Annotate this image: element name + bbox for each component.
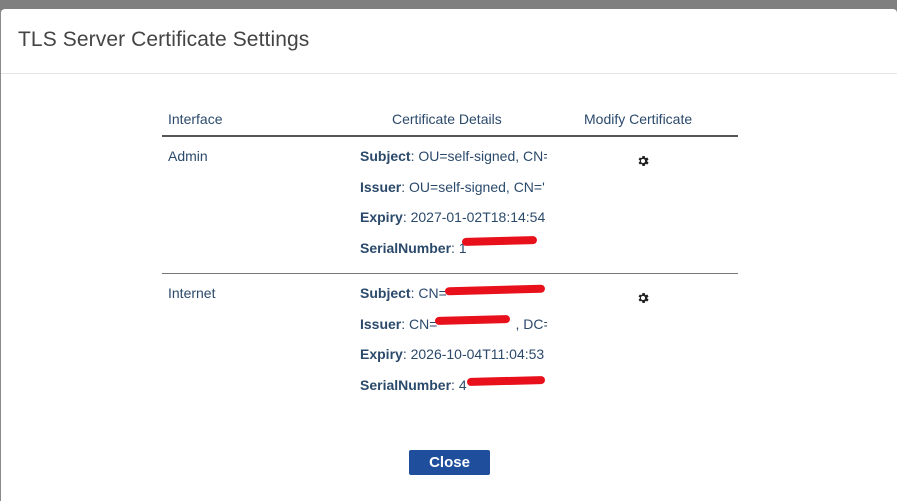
subject-value: : CN= [410,285,447,301]
issuer-line: Issuer: OU=self-signed, CN=' [360,179,547,210]
serial-number-value: : 4 [451,376,467,393]
gear-icon[interactable] [636,291,650,305]
expiry-label: Expiry [360,209,403,225]
table-row-internet: Internet Subject: CN= Issuer: CN=, DC=! … [162,274,738,411]
table-row-admin: Admin Subject: OU=self-signed, CN= Issue… [162,137,738,274]
expiry-label: Expiry [360,346,403,362]
serial-number-label: SerialNumber [360,239,452,256]
interface-name: Internet [168,285,216,301]
expiry-value: : 2027-01-02T18:14:54 [402,209,546,225]
close-button[interactable]: Close [409,450,490,475]
subject-value: : OU=self-signed, CN= [410,148,547,164]
issuer-value: : CN= [401,315,438,332]
subject-label: Subject [360,148,411,164]
expiry-line: Expiry: 2027-01-02T18:14:54 [360,209,547,240]
subject-label: Subject [360,285,411,301]
expiry-line: Expiry: 2026-10-04T11:04:53 [360,346,547,377]
column-header-certificate-details: Certificate Details [392,111,502,127]
column-header-interface: Interface [168,111,223,127]
serial-number-label: SerialNumber [360,376,452,393]
dialog-header: TLS Server Certificate Settings [1,9,897,74]
interface-name: Admin [168,148,208,164]
dialog-title: TLS Server Certificate Settings [18,28,310,51]
subject-line: Subject: OU=self-signed, CN= [360,148,547,179]
certificate-table: Interface Certificate Details Modify Cer… [162,103,738,411]
expiry-value: : 2026-10-04T11:04:53 [402,346,545,362]
issuer-label: Issuer [360,178,402,195]
certificate-details: Subject: CN= Issuer: CN=, DC=! Expiry: 2… [360,285,547,407]
gear-icon[interactable] [636,154,650,168]
table-header: Interface Certificate Details Modify Cer… [162,103,738,137]
issuer-value: : OU=self-signed, CN=' [401,178,545,195]
issuer-suffix: , DC=! [515,315,547,332]
certificate-details: Subject: OU=self-signed, CN= Issuer: OU=… [360,148,547,270]
column-header-modify-certificate: Modify Certificate [584,111,693,127]
issuer-label: Issuer [360,315,402,332]
